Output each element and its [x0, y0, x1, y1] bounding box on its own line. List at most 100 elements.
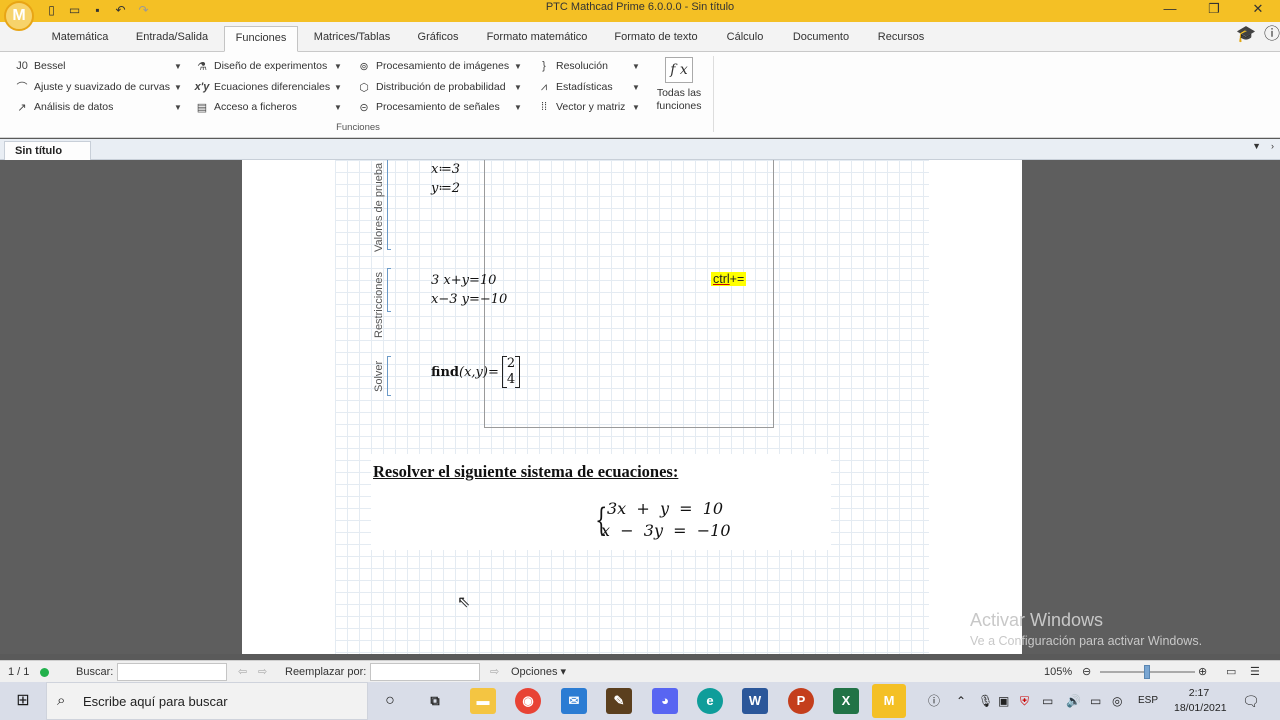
hint-key-ctrl: ctrl — [713, 272, 730, 286]
app-tray-icon[interactable]: ◎ — [1112, 682, 1122, 720]
taskbar-search-box[interactable]: ⌕ Escribe aquí para buscar — [46, 682, 368, 720]
draft-view-icon[interactable]: ☰ — [1250, 661, 1260, 683]
windows-start-icon[interactable]: ⊞ — [0, 682, 46, 720]
all-functions-label-1: Todas las — [656, 87, 702, 99]
task-view-icon[interactable]: ⧉ — [422, 688, 448, 714]
word-icon[interactable]: W — [742, 688, 768, 714]
result-value-y: 4 — [506, 372, 516, 387]
mathcad-taskbar-icon[interactable]: M — [872, 684, 906, 718]
solve-block[interactable] — [484, 160, 774, 428]
solving-button[interactable]: } Resolución ▼ — [536, 57, 642, 75]
tab-calculo[interactable]: Cálculo — [720, 26, 770, 52]
tab-documento[interactable]: Documento — [788, 26, 854, 52]
tab-entrada-salida[interactable]: Entrada/Salida — [132, 26, 212, 52]
pen-app-icon[interactable]: ✎ — [606, 688, 632, 714]
camera-icon[interactable]: ▣ — [998, 682, 1009, 720]
all-functions-button[interactable]: f x Todas las funciones — [652, 57, 706, 113]
ribbon-group-divider — [713, 56, 714, 132]
curve-fitting-button[interactable]: ⌒ Ajuste y suavizado de curvas ▼ — [14, 78, 184, 96]
zoom-out-icon[interactable]: ⊖ — [1082, 661, 1091, 683]
taskbar-search-placeholder: Escribe aquí para buscar — [83, 694, 228, 709]
math-region-constraint-2[interactable]: x−3 y=−10 — [431, 292, 507, 307]
taskbar-clock[interactable]: 2:17 18/01/2021 — [1174, 686, 1227, 716]
zoom-in-icon[interactable]: ⊕ — [1198, 661, 1207, 683]
tab-graficos[interactable]: Gráficos — [412, 26, 464, 52]
data-analysis-button[interactable]: ↗ Análisis de datos ▼ — [14, 98, 184, 116]
chevron-down-icon: ▼ — [514, 102, 522, 112]
file-access-button[interactable]: ▤ Acceso a ficheros ▼ — [194, 98, 344, 116]
find-prev-icon[interactable]: ⇦ — [238, 661, 247, 683]
document-tab[interactable]: Sin título — [4, 141, 92, 160]
data-analysis-label: Análisis de datos — [34, 101, 114, 113]
equation-system: { 3x + y = 10 x − 3y = −10 — [595, 498, 730, 542]
file-explorer-icon[interactable]: ▬ — [470, 688, 496, 714]
chrome-icon[interactable]: ◉ — [515, 688, 541, 714]
find-next-icon[interactable]: ⇨ — [258, 661, 267, 683]
section-label-solver: Solver — [373, 360, 385, 392]
statistics-button[interactable]: ⩘ Estadísticas ▼ — [536, 78, 642, 96]
tab-list-dropdown-icon[interactable]: ▼ — [1252, 141, 1261, 151]
replace-go-icon[interactable]: ⇨ — [490, 661, 499, 683]
options-button[interactable]: Opciones ▾ — [511, 661, 566, 683]
signal-processing-button[interactable]: ⊝ Procesamiento de señales ▼ — [356, 98, 524, 116]
tab-funciones[interactable]: Funciones — [224, 26, 298, 52]
mathcad-logo[interactable]: M — [4, 1, 34, 31]
section-label-guess-values: Valores de prueba — [373, 162, 385, 252]
chevron-up-icon[interactable]: ⌃ — [956, 682, 966, 720]
shield-icon[interactable]: ⛨ — [1020, 682, 1029, 720]
network-icon[interactable]: ▭ — [1042, 682, 1053, 720]
experiment-design-button[interactable]: ⚗ Diseño de experimentos ▼ — [194, 57, 344, 75]
problem-text-region[interactable]: Resolver el siguiente sistema de ecuacio… — [371, 454, 831, 550]
notifications-icon[interactable]: 🗨 — [1242, 682, 1260, 720]
tab-matematica[interactable]: Matemática — [44, 26, 116, 52]
math-region-guess-x[interactable]: x≔3 — [431, 162, 460, 177]
math-region-constraint-1[interactable]: 3 x+y=10 — [431, 273, 496, 288]
title-bar: M ▯ ▭ ▪ ↶ ↷ PTC Mathcad Prime 6.0.0.0 - … — [0, 0, 1280, 31]
find-input[interactable] — [117, 663, 227, 681]
page-view-icon[interactable]: ▭ — [1226, 661, 1236, 683]
chevron-down-icon: ▼ — [514, 61, 522, 71]
worksheet-grid[interactable]: Valores de prueba Restricciones Solver x… — [335, 160, 929, 654]
ribbon-right-tools: 🎓 ⓘ — [1236, 22, 1280, 48]
tab-strip-controls: ▼ › — [1252, 141, 1274, 151]
excel-icon[interactable]: X — [833, 688, 859, 714]
result-matrix: 2 4 — [501, 356, 521, 388]
worksheet-page[interactable]: Valores de prueba Restricciones Solver x… — [242, 160, 1022, 654]
microphone-icon[interactable]: 🎙 — [978, 682, 993, 720]
help-tray-icon[interactable]: ⓘ — [928, 682, 940, 720]
system-equation-1: 3x + y = 10 — [607, 499, 724, 518]
discord-icon[interactable]: ◕ — [652, 688, 678, 714]
volume-icon[interactable]: 🔊 — [1066, 682, 1081, 720]
help-icon[interactable]: ⓘ — [1264, 22, 1280, 48]
bessel-button[interactable]: J0 Bessel ▼ — [14, 57, 184, 75]
tab-formato-matematico[interactable]: Formato matemático — [482, 26, 592, 52]
tab-matrices-tablas[interactable]: Matrices/Tablas — [310, 26, 394, 52]
replace-input[interactable] — [370, 663, 480, 681]
differential-equations-button[interactable]: x'y Ecuaciones diferenciales ▼ — [194, 78, 344, 96]
learning-cap-icon[interactable]: 🎓 — [1236, 22, 1256, 48]
image-processing-button[interactable]: ⊚ Procesamiento de imágenes ▼ — [356, 57, 524, 75]
zoom-slider-thumb[interactable] — [1144, 665, 1150, 679]
math-region-find[interactable]: find (x,y)= 2 4 — [431, 356, 521, 388]
mail-icon[interactable]: ✉ — [561, 688, 587, 714]
vector-matrix-button[interactable]: ⁞⁞ Vector y matriz ▼ — [536, 98, 642, 116]
chevron-down-icon: ▼ — [334, 61, 342, 71]
close-tab-icon[interactable]: › — [1271, 141, 1274, 151]
restore-icon[interactable]: ❐ — [1192, 0, 1236, 20]
close-icon[interactable]: ✕ — [1236, 0, 1280, 20]
clock-time: 2:17 — [1188, 687, 1210, 699]
language-indicator[interactable]: ESP — [1138, 682, 1158, 720]
powerpoint-icon[interactable]: P — [788, 688, 814, 714]
edge-icon[interactable]: e — [697, 688, 723, 714]
probability-distribution-button[interactable]: ⬡ Distribución de probabilidad ▼ — [356, 78, 524, 96]
find-arguments: (x,y)= — [459, 364, 499, 380]
worksheet-canvas[interactable]: Valores de prueba Restricciones Solver x… — [0, 160, 1280, 654]
tab-recursos[interactable]: Recursos — [872, 26, 930, 52]
region-bracket — [387, 160, 391, 250]
image-processing-label: Procesamiento de imágenes — [376, 60, 510, 72]
cortana-icon[interactable]: ○ — [377, 688, 403, 714]
tab-formato-de-texto[interactable]: Formato de texto — [608, 26, 704, 52]
battery-icon[interactable]: ▭ — [1090, 682, 1101, 720]
minimize-icon[interactable]: — — [1148, 0, 1192, 20]
math-region-guess-y[interactable]: y≔2 — [431, 181, 460, 196]
